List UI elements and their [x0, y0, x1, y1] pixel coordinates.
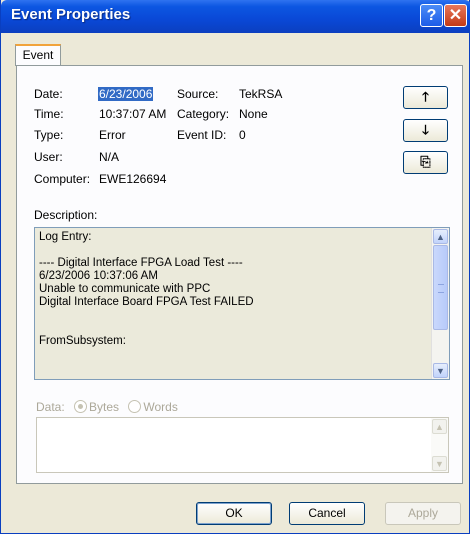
- description-line: Digital Interface Board FPGA Test FAILED: [39, 296, 254, 308]
- words-radio-label: Words: [143, 400, 178, 414]
- scroll-down-icon[interactable]: ▼: [432, 456, 447, 471]
- event-properties-window: Event Properties ? ✕ Event Date: 6/23/20…: [0, 0, 470, 534]
- type-label: Type:: [34, 128, 64, 142]
- description-line: Log Entry:: [39, 231, 92, 243]
- scroll-up-icon[interactable]: ▲: [433, 229, 448, 244]
- close-button[interactable]: ✕: [444, 4, 467, 27]
- tab-event[interactable]: Event: [15, 44, 61, 66]
- description-line: [39, 322, 254, 335]
- ok-button[interactable]: OK: [196, 502, 272, 525]
- bytes-radio[interactable]: [74, 400, 88, 413]
- time-label: Time:: [34, 107, 64, 121]
- cancel-button[interactable]: Cancel: [289, 502, 365, 525]
- description-scrollbar[interactable]: ▲ ▼: [431, 228, 449, 379]
- copy-button[interactable]: ⎘: [403, 151, 448, 174]
- description-line: Unable to communicate with PPC: [39, 283, 211, 295]
- help-button[interactable]: ?: [420, 4, 443, 27]
- scroll-thumb[interactable]: [433, 245, 448, 330]
- next-event-button[interactable]: 🡓: [403, 119, 448, 142]
- previous-event-button[interactable]: 🡑: [403, 86, 448, 109]
- arrow-up-icon: 🡑: [422, 89, 429, 104]
- description-line: [39, 309, 254, 322]
- data-label: Data:: [36, 400, 65, 414]
- computer-label: Computer:: [34, 172, 91, 186]
- date-label: Date:: [34, 87, 63, 101]
- description-line: [39, 244, 254, 257]
- eventid-value: 0: [239, 128, 246, 142]
- data-scrollbar[interactable]: ▲ ▼: [431, 418, 448, 472]
- scroll-down-icon[interactable]: ▼: [433, 363, 448, 378]
- category-label: Category:: [177, 107, 230, 121]
- copy-icon: ⎘: [420, 154, 431, 169]
- title-bar[interactable]: Event Properties ? ✕: [1, 0, 470, 33]
- description-line: FromSubsystem:: [39, 335, 126, 347]
- scroll-up-icon[interactable]: ▲: [432, 419, 447, 434]
- bytes-radio-label: Bytes: [89, 400, 120, 414]
- event-tab-panel: Date: 6/23/2006 Source: TekRSA Time: 10:…: [16, 65, 463, 484]
- description-text: Log Entry: ---- Digital Interface FPGA L…: [39, 231, 254, 348]
- description-line: ---- Digital Interface FPGA Load Test --…: [39, 257, 243, 269]
- type-value: Error: [99, 128, 126, 142]
- eventid-label: Event ID:: [177, 128, 227, 142]
- data-textbox[interactable]: ▲ ▼: [36, 417, 449, 473]
- arrow-down-icon: 🡓: [422, 122, 429, 137]
- date-value[interactable]: 6/23/2006: [98, 87, 154, 101]
- time-value: 10:37:07 AM: [99, 107, 167, 121]
- data-format-row: Data: Bytes Words: [36, 400, 178, 414]
- apply-button[interactable]: Apply: [385, 502, 461, 525]
- description-label: Description:: [34, 208, 98, 222]
- user-label: User:: [34, 150, 63, 164]
- window-title: Event Properties: [11, 6, 131, 23]
- words-radio[interactable]: [128, 400, 142, 413]
- category-value: None: [239, 107, 268, 121]
- source-label: Source:: [177, 87, 219, 101]
- computer-value: EWE126694: [99, 172, 167, 186]
- source-value: TekRSA: [239, 87, 283, 101]
- user-value: N/A: [99, 150, 120, 164]
- description-line: 6/23/2006 10:37:06 AM: [39, 270, 158, 282]
- description-textbox[interactable]: Log Entry: ---- Digital Interface FPGA L…: [34, 227, 450, 380]
